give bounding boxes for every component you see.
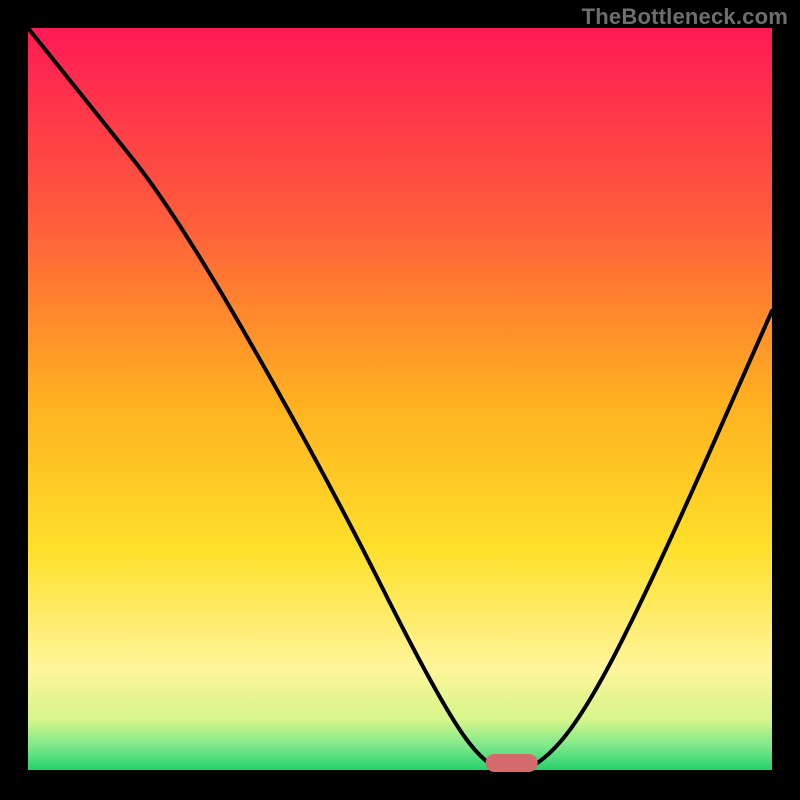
plot-background — [28, 28, 772, 772]
chart-frame: TheBottleneck.com — [0, 0, 800, 800]
optimal-marker — [486, 754, 538, 772]
chart-svg — [28, 28, 772, 772]
watermark-text: TheBottleneck.com — [582, 4, 788, 30]
